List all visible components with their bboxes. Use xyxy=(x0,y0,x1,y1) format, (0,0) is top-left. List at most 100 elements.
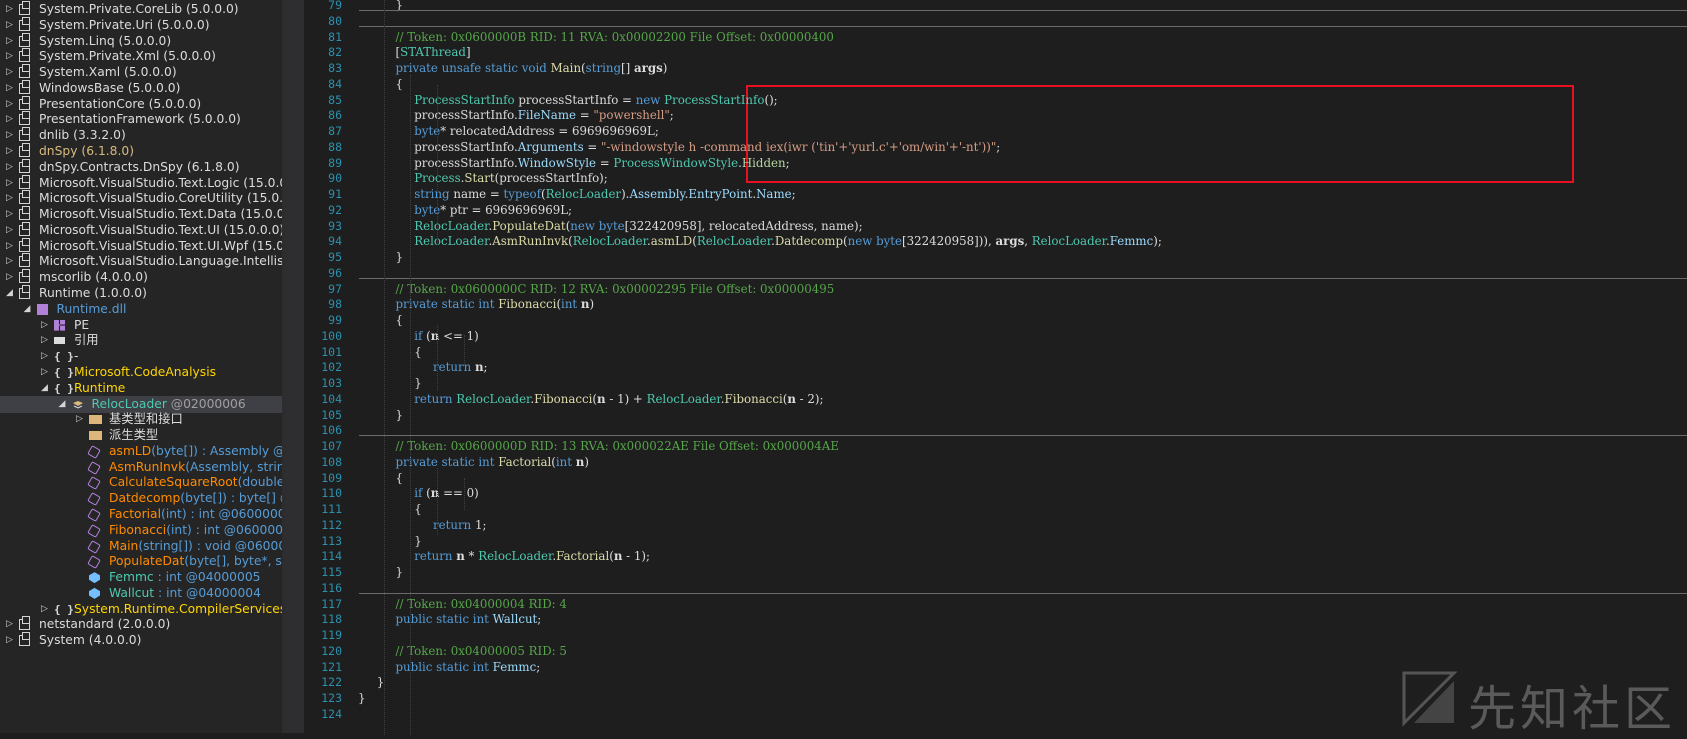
code-line[interactable]: processStartInfo.WindowStyle = ProcessWi… xyxy=(358,156,789,170)
tree-node[interactable]: PopulateDat(byte[], byte*, str xyxy=(0,553,282,570)
tree-node[interactable]: ▷ System.Private.CoreLib (5.0.0.0) xyxy=(0,1,282,18)
expand-arrow-icon[interactable]: ▷ xyxy=(40,332,49,349)
collapse-arrow-icon[interactable]: ◢ xyxy=(58,396,67,413)
code-line[interactable]: } xyxy=(358,250,403,264)
collapse-arrow-icon[interactable]: ◢ xyxy=(40,380,49,397)
expand-arrow-icon[interactable]: ▷ xyxy=(5,206,14,223)
tree-node[interactable]: AsmRunInvk(Assembly, string xyxy=(0,459,282,476)
tree-node[interactable]: ▷ System.Private.Uri (5.0.0.0) xyxy=(0,16,282,34)
code-line[interactable]: return 1; xyxy=(358,518,486,532)
code-line[interactable]: [STAThread] xyxy=(358,45,470,59)
tree-node[interactable]: ▷ Microsoft.VisualStudio.Text.Data (15.0.… xyxy=(0,206,282,223)
code-line[interactable]: } xyxy=(358,534,422,548)
code-line[interactable]: // Token: 0x0600000C RID: 12 RVA: 0x0000… xyxy=(358,282,834,296)
tree-node[interactable]: ▷ System (4.0.0.0) xyxy=(0,632,282,649)
tree-node[interactable]: asmLD(byte[]) : Assembly @0 xyxy=(0,443,282,460)
expand-arrow-icon[interactable]: ▷ xyxy=(5,222,14,239)
code-line[interactable]: { xyxy=(358,345,422,359)
tree-node[interactable]: ▷ PE xyxy=(0,317,282,334)
decompiled-code-view[interactable]: 79 } 80 81 // Token: 0x0600000B RID: 11 RV… xyxy=(304,0,1687,735)
code-line[interactable]: RelocLoader.AsmRunInvk(RelocLoader.asmLD… xyxy=(358,234,1162,248)
tree-node[interactable]: ▷ dnSpy.Contracts.DnSpy (6.1.8.0) xyxy=(0,158,282,176)
tree-node[interactable]: ▷ WindowsBase (5.0.0.0) xyxy=(0,79,282,97)
code-line[interactable]: } xyxy=(358,691,366,705)
code-line[interactable]: return n; xyxy=(358,360,488,374)
code-line[interactable]: { xyxy=(358,471,403,485)
tree-node[interactable]: Wallcut : int @04000004 xyxy=(0,585,282,602)
code-line[interactable]: byte* relocatedAddress = 6969696969L; xyxy=(358,124,659,138)
code-line[interactable]: return RelocLoader.Fibonacci(n - 1) + Re… xyxy=(358,392,823,406)
code-line[interactable]: Process.Start(processStartInfo); xyxy=(358,171,608,185)
code-line[interactable]: } xyxy=(358,376,422,390)
tree-node[interactable]: ◢ { } Runtime xyxy=(0,380,282,397)
tree-node[interactable]: ▷ System.Linq (5.0.0.0) xyxy=(0,32,282,50)
code-line[interactable]: // Token: 0x04000004 RID: 4 xyxy=(358,597,566,611)
tree-node[interactable]: Femmc : int @04000005 xyxy=(0,569,282,586)
tree-node[interactable]: ▷ PresentationFramework (5.0.0.0) xyxy=(0,111,282,128)
expand-arrow-icon[interactable]: ▷ xyxy=(40,348,49,365)
expand-arrow-icon[interactable]: ▷ xyxy=(5,175,14,192)
tree-node[interactable]: ▷ { } - xyxy=(0,348,282,365)
tree-node[interactable]: ▷ Microsoft.VisualStudio.Language.Intelli… xyxy=(0,253,282,270)
expand-arrow-icon[interactable]: ▷ xyxy=(5,17,14,34)
expand-arrow-icon[interactable]: ▷ xyxy=(5,96,14,113)
tree-node[interactable]: ▷ Microsoft.VisualStudio.Text.Logic (15.0… xyxy=(0,174,282,192)
expand-arrow-icon[interactable]: ▷ xyxy=(75,411,84,428)
tree-node[interactable]: CalculateSquareRoot(double xyxy=(0,474,282,491)
expand-arrow-icon[interactable]: ▷ xyxy=(5,632,14,649)
expand-arrow-icon[interactable]: ▷ xyxy=(40,601,49,618)
assembly-explorer-tree[interactable]: ▷ System.Private.CoreLib (5.0.0.0) ▷ System… xyxy=(0,0,282,733)
code-line[interactable]: } xyxy=(358,675,385,689)
code-line[interactable]: // Token: 0x04000005 RID: 5 xyxy=(358,644,566,658)
expand-arrow-icon[interactable]: ▷ xyxy=(5,616,14,633)
tree-node[interactable]: Fibonacci(int) : int @0600000C xyxy=(0,522,282,539)
expand-arrow-icon[interactable]: ▷ xyxy=(5,1,14,18)
expand-arrow-icon[interactable]: ▷ xyxy=(5,80,14,97)
expand-arrow-icon[interactable]: ▷ xyxy=(40,364,49,381)
tree-vertical-scrollbar[interactable] xyxy=(286,0,304,733)
code-line[interactable]: string name = typeof(RelocLoader).Assemb… xyxy=(358,187,795,201)
tree-node[interactable]: Main(string[]) : void @06000 xyxy=(0,538,282,555)
tree-node[interactable]: ▷ { } Microsoft.CodeAnalysis xyxy=(0,364,282,381)
code-line[interactable]: { xyxy=(358,502,422,516)
tree-node[interactable]: ▷ { } System.Runtime.CompilerServices xyxy=(0,601,282,618)
code-line[interactable]: // Token: 0x0600000B RID: 11 RVA: 0x0000… xyxy=(358,30,833,44)
tree-node[interactable]: ▷ System.Xaml (5.0.0.0) xyxy=(0,64,282,81)
collapse-arrow-icon[interactable]: ◢ xyxy=(5,285,14,302)
code-line[interactable]: if (n <= 1) xyxy=(358,329,478,343)
tree-node[interactable]: ▷ 引用 xyxy=(0,332,282,349)
expand-arrow-icon[interactable]: ▷ xyxy=(5,159,14,176)
tree-node[interactable]: ◢ Runtime (1.0.0.0) xyxy=(0,285,282,302)
tree-node[interactable]: ▷ 基类型和接口 xyxy=(0,411,282,428)
code-line[interactable]: if (n == 0) xyxy=(358,486,478,500)
tree-node[interactable]: ▷ dnlib (3.3.2.0) xyxy=(0,127,282,144)
code-line[interactable]: RelocLoader.PopulateDat(new byte[3224209… xyxy=(358,219,862,233)
code-line[interactable]: processStartInfo.FileName = "powershell"… xyxy=(358,108,674,122)
expand-arrow-icon[interactable]: ▷ xyxy=(5,269,14,286)
code-line[interactable]: private unsafe static void Main(string[]… xyxy=(358,61,667,75)
collapse-arrow-icon[interactable]: ◢ xyxy=(23,301,32,318)
tree-node[interactable]: ▷ PresentationCore (5.0.0.0) xyxy=(0,95,282,113)
tree-node[interactable]: ◢ RelocLoader @02000006 xyxy=(0,395,282,413)
expand-arrow-icon[interactable]: ▷ xyxy=(40,317,49,334)
tree-node[interactable]: ▷ Microsoft.VisualStudio.CoreUtility (15.… xyxy=(0,190,282,207)
tree-node[interactable]: ▷ dnSpy (6.1.8.0) xyxy=(0,143,282,160)
code-line[interactable]: private static int Factorial(int n) xyxy=(358,455,588,469)
tree-node[interactable]: ▷ System.Private.Xml (5.0.0.0) xyxy=(0,48,282,65)
expand-arrow-icon[interactable]: ▷ xyxy=(5,64,14,81)
expand-arrow-icon[interactable]: ▷ xyxy=(5,190,14,207)
code-line[interactable]: private static int Fibonacci(int n) xyxy=(358,297,594,311)
code-line[interactable]: } xyxy=(358,565,403,579)
expand-arrow-icon[interactable]: ▷ xyxy=(5,48,14,65)
code-line[interactable]: ProcessStartInfo processStartInfo = new … xyxy=(358,93,777,107)
expand-arrow-icon[interactable]: ▷ xyxy=(5,111,14,128)
tree-node[interactable]: ▷ Microsoft.VisualStudio.Text.UI.Wpf (15.… xyxy=(0,237,282,255)
expand-arrow-icon[interactable]: ▷ xyxy=(5,33,14,50)
tree-node[interactable]: ▷ mscorlib (4.0.0.0) xyxy=(0,269,282,286)
code-line[interactable]: // Token: 0x0600000D RID: 13 RVA: 0x0000… xyxy=(358,439,838,453)
code-line[interactable]: } xyxy=(358,408,403,422)
tree-node[interactable]: 派生类型 xyxy=(0,427,282,444)
code-line[interactable]: return n * RelocLoader.Factorial(n - 1); xyxy=(358,549,650,563)
tree-node[interactable]: ▷ Microsoft.VisualStudio.Text.UI (15.0.0.… xyxy=(0,221,282,239)
expand-arrow-icon[interactable]: ▷ xyxy=(5,127,14,144)
